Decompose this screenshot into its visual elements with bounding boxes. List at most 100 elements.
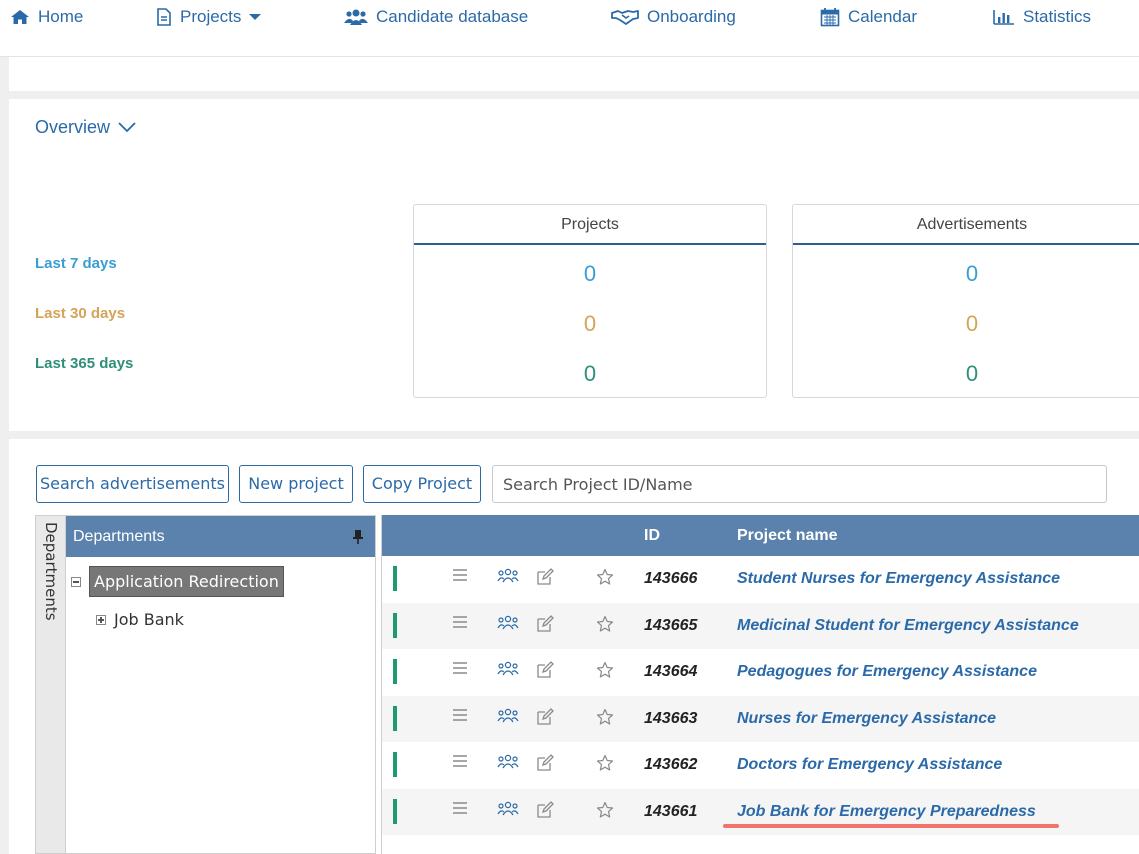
edit-icon[interactable] — [536, 568, 554, 586]
menu-icon[interactable] — [452, 708, 468, 722]
menu-icon[interactable] — [452, 568, 468, 582]
advertisements-count-365-days: 0 — [965, 361, 979, 386]
home-icon — [11, 10, 29, 24]
menu-icon[interactable] — [452, 661, 468, 675]
column-header-project-name[interactable]: Project name — [737, 527, 837, 545]
edit-icon[interactable] — [536, 614, 554, 633]
departments-side-tab-label: Departments — [42, 522, 60, 621]
departments-panel: Departments Application Redirection Job … — [66, 515, 376, 854]
project-id: 143661 — [644, 802, 698, 820]
projects-grid: ID Project name 143666 Student Nurses fo… — [381, 515, 1139, 854]
table-row[interactable]: 143661 Job Bank for Emergency Preparedne… — [382, 788, 1139, 835]
project-id: 143666 — [644, 570, 698, 587]
document-icon — [157, 8, 171, 26]
project-name-link[interactable]: Pedagogues for Emergency Assistance — [737, 663, 1037, 681]
star-icon[interactable] — [596, 754, 614, 772]
overview-title: Overview — [35, 117, 111, 137]
project-id: 143663 — [644, 709, 698, 727]
project-name-link[interactable]: Nurses for Emergency Assistance — [737, 710, 996, 728]
nav-home-label: Home — [38, 7, 84, 26]
top-panel — [9, 57, 1139, 91]
nav-calendar[interactable]: Calendar — [820, 6, 917, 28]
projects-count-30-days: 0 — [583, 311, 597, 336]
status-indicator — [393, 566, 397, 591]
nav-candidate-database-label: Candidate database — [376, 7, 529, 26]
table-row[interactable]: 143664 Pedagogues for Emergency Assistan… — [382, 649, 1139, 695]
nav-projects[interactable]: Projects — [156, 6, 262, 28]
users-icon — [344, 9, 368, 25]
edit-icon[interactable] — [536, 800, 554, 819]
period-label-7-days: Last 7 days — [35, 255, 117, 272]
project-id: 143662 — [644, 756, 698, 773]
period-label-30-days: Last 30 days — [35, 305, 126, 322]
projects-card-title: Projects — [414, 205, 766, 245]
search-advertisements-button[interactable]: Search advertisements — [36, 465, 229, 503]
projects-panel: Search advertisements New project Copy P… — [9, 439, 1139, 854]
menu-icon[interactable] — [452, 615, 468, 629]
candidates-icon[interactable] — [497, 661, 519, 677]
star-icon[interactable] — [596, 708, 614, 726]
nav-statistics[interactable]: Statistics — [993, 6, 1091, 28]
chevron-down-icon — [118, 122, 136, 133]
candidates-icon[interactable] — [497, 708, 519, 724]
tree-node-label: Application Redirection — [89, 566, 284, 597]
top-nav: Home Projects Candidate database Onboard… — [0, 0, 1139, 34]
edit-icon[interactable] — [536, 661, 554, 679]
period-label-365-days: Last 365 days — [35, 355, 134, 372]
departments-side-tab[interactable]: Departments — [35, 515, 66, 854]
bar-chart-icon — [993, 10, 1014, 25]
nav-projects-label: Projects — [180, 7, 242, 26]
project-name-link[interactable]: Student Nurses for Emergency Assistance — [737, 570, 1060, 588]
menu-icon[interactable] — [452, 754, 468, 768]
copy-project-button[interactable]: Copy Project — [363, 465, 481, 503]
advertisements-card-title: Advertisements — [793, 205, 1139, 245]
project-name-link[interactable]: Job Bank for Emergency Preparedness — [737, 803, 1036, 821]
table-row[interactable]: 143663 Nurses for Emergency Assistance — [382, 695, 1139, 742]
projects-count-7-days: 0 — [583, 261, 597, 286]
column-header-id[interactable]: ID — [644, 527, 660, 545]
tree-node-job-bank[interactable]: Job Bank — [96, 610, 184, 629]
table-row[interactable]: 143666 Student Nurses for Emergency Assi… — [382, 556, 1139, 602]
nav-statistics-label: Statistics — [1023, 7, 1092, 26]
star-icon[interactable] — [596, 801, 614, 819]
nav-home[interactable]: Home — [10, 6, 83, 28]
status-indicator — [393, 705, 397, 731]
handshake-icon — [611, 10, 639, 25]
caret-down-icon — [249, 14, 262, 20]
expand-icon[interactable] — [96, 614, 106, 625]
nav-onboarding[interactable]: Onboarding — [611, 6, 736, 28]
candidates-icon[interactable] — [497, 568, 519, 584]
overview-toggle[interactable]: Overview — [35, 117, 136, 138]
star-icon[interactable] — [596, 615, 614, 633]
departments-header-label: Departments — [73, 528, 165, 545]
calendar-icon — [820, 8, 840, 27]
projects-count-365-days: 0 — [583, 361, 597, 386]
highlight-underline — [723, 823, 1059, 828]
new-project-button[interactable]: New project — [239, 465, 353, 503]
candidates-icon[interactable] — [497, 754, 519, 770]
menu-icon[interactable] — [452, 801, 468, 815]
project-name-link[interactable]: Doctors for Emergency Assistance — [737, 756, 1002, 774]
pin-icon[interactable] — [353, 529, 363, 545]
candidates-icon[interactable] — [497, 615, 519, 631]
edit-icon[interactable] — [536, 707, 554, 726]
grid-header: ID Project name — [382, 515, 1139, 556]
status-indicator — [393, 752, 397, 777]
table-row[interactable]: 143662 Doctors for Emergency Assistance — [382, 742, 1139, 788]
star-icon[interactable] — [596, 661, 614, 679]
star-icon[interactable] — [596, 568, 614, 586]
project-name-link[interactable]: Medicinal Student for Emergency Assistan… — [737, 617, 1079, 635]
collapse-icon[interactable] — [71, 576, 81, 587]
project-search-input[interactable] — [492, 465, 1107, 503]
project-id: 143664 — [644, 663, 698, 680]
table-row[interactable]: 143665 Medicinal Student for Emergency A… — [382, 602, 1139, 649]
advertisements-count-30-days: 0 — [965, 311, 979, 336]
advertisements-count-7-days: 0 — [965, 261, 979, 286]
edit-icon[interactable] — [536, 754, 554, 772]
candidates-icon[interactable] — [497, 801, 519, 817]
overview-panel: Overview Last 7 days Last 30 days Last 3… — [9, 99, 1139, 431]
nav-calendar-label: Calendar — [848, 7, 917, 26]
tree-node-application-redirection[interactable]: Application Redirection — [71, 566, 284, 597]
departments-header: Departments — [66, 516, 375, 557]
nav-candidate-database[interactable]: Candidate database — [344, 6, 528, 28]
